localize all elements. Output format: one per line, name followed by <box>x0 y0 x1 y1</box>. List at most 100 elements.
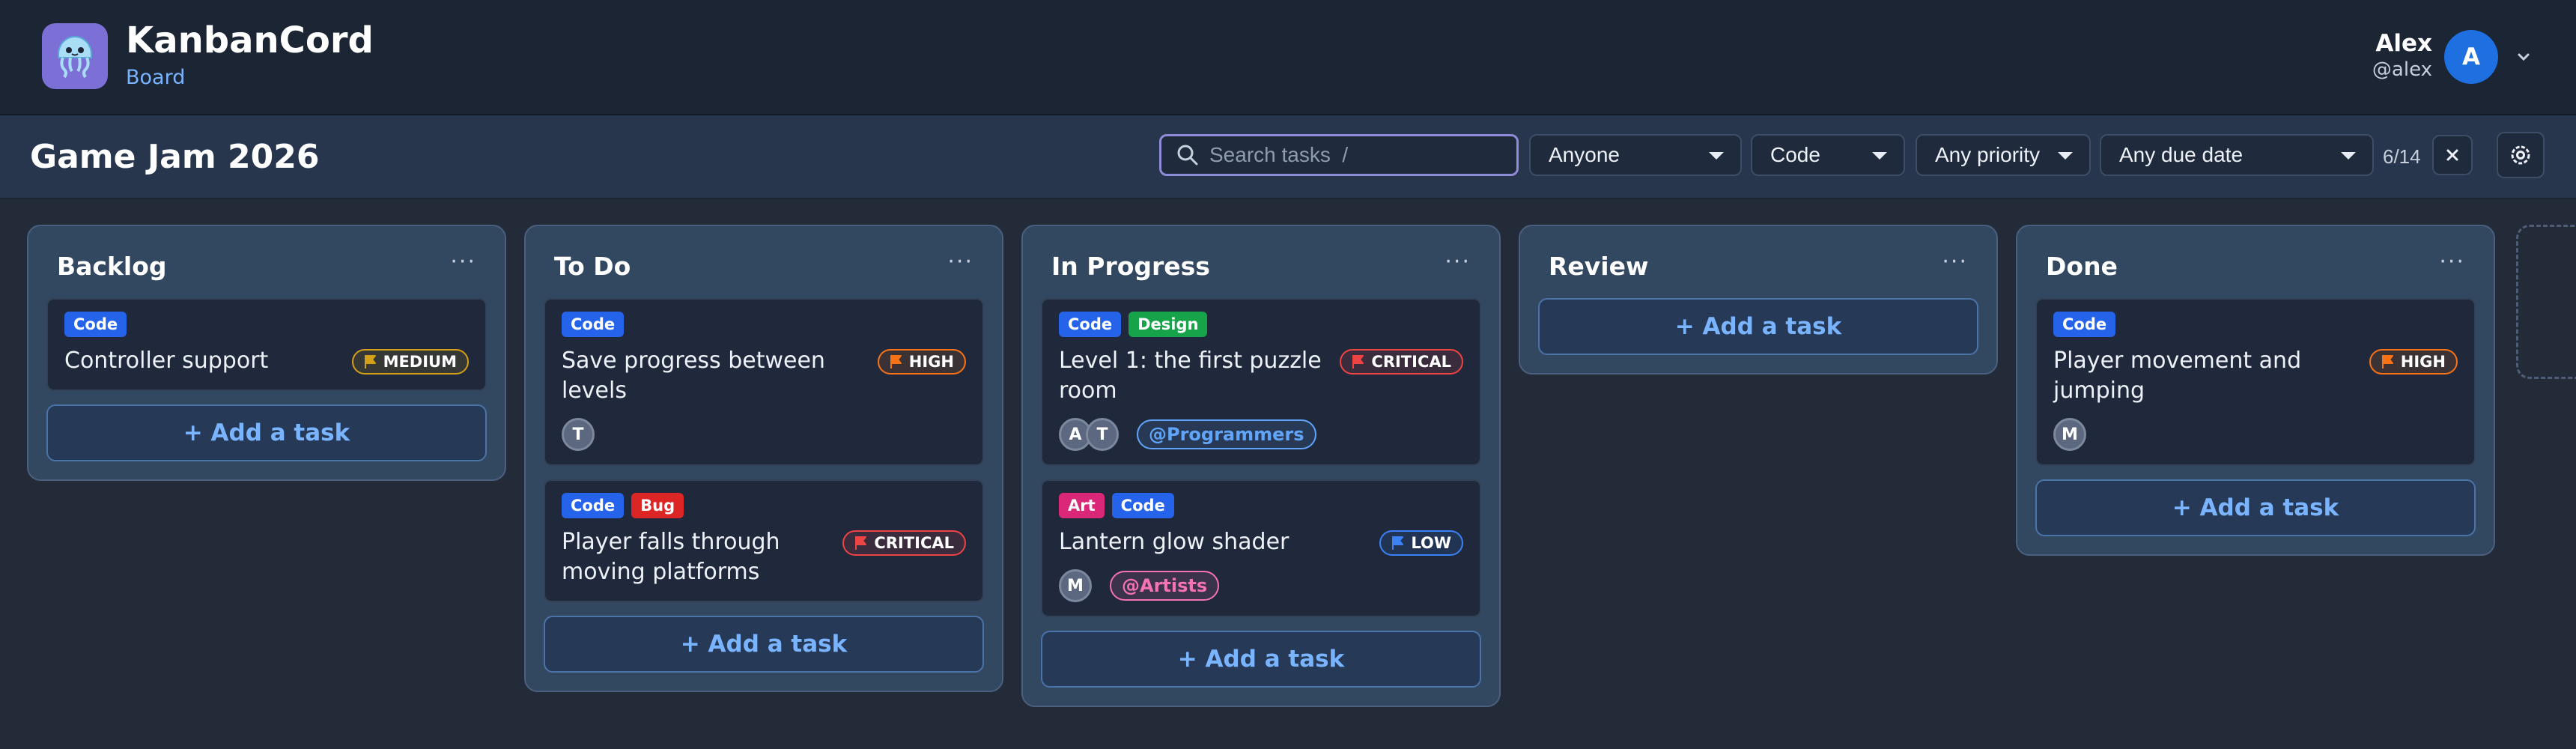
add-task-button[interactable]: + Add a task <box>1538 298 1978 355</box>
priority-badge[interactable]: HIGH <box>2369 349 2458 374</box>
app-bar: KanbanCord Board Alex @alex A <box>0 0 2576 115</box>
column-title: Backlog <box>57 252 167 281</box>
tag-art[interactable]: Art <box>1059 493 1105 518</box>
column-header: Backlog ··· <box>46 226 487 298</box>
due-date-filter-select[interactable]: Any due date <box>2100 134 2374 176</box>
column-header: In Progress ··· <box>1041 226 1481 298</box>
priority-filter-value: Any priority <box>1935 143 2041 166</box>
clear-filters-button[interactable] <box>2432 135 2473 175</box>
priority-label: HIGH <box>908 353 954 371</box>
assignee-avatar[interactable]: T <box>562 418 595 451</box>
priority-label: MEDIUM <box>383 353 457 371</box>
task-card[interactable]: Code Bug Player falls through moving platf… <box>544 479 984 602</box>
add-task-button[interactable]: + Add a task <box>1041 631 1481 688</box>
assignee-avatar[interactable]: M <box>2053 418 2086 451</box>
card-title: Player movement and jumping <box>2053 348 2302 404</box>
gear-icon <box>2511 145 2530 165</box>
close-icon <box>2446 149 2458 161</box>
column-menu-button[interactable]: ··· <box>1942 249 1968 275</box>
dropdown-caret-icon <box>1872 152 1887 160</box>
user-name: Alex <box>2375 30 2432 57</box>
tag-design[interactable]: Design <box>1128 312 1208 337</box>
assignee-avatar[interactable]: T <box>1086 418 1119 451</box>
app-subtitle: Board <box>126 66 186 89</box>
tag-code[interactable]: Code <box>562 312 625 337</box>
priority-badge[interactable]: CRITICAL <box>842 530 966 556</box>
assignee-filter-select[interactable]: Anyone <box>1529 134 1742 176</box>
card-title: Level 1: the first puzzle room <box>1059 348 1322 404</box>
filter-result-count: 6/14 <box>2383 145 2421 168</box>
app-title: KanbanCord <box>126 19 374 61</box>
column-menu-button[interactable]: ··· <box>450 249 476 275</box>
task-card[interactable]: Code Design Level 1: the first puzzle room… <box>1041 298 1481 466</box>
column-title: To Do <box>554 252 631 281</box>
task-card[interactable]: Code Controller support MEDIUM <box>46 298 487 391</box>
column-header: Done ··· <box>2035 226 2476 298</box>
column-menu-button[interactable]: ··· <box>947 249 973 275</box>
flag-icon <box>364 355 376 369</box>
card-tags: Code Bug <box>562 493 966 518</box>
task-card[interactable]: Art Code Lantern glow shader LOW M @Artists <box>1041 479 1481 617</box>
tag-code[interactable]: Code <box>64 312 127 337</box>
add-task-button[interactable]: + Add a task <box>2035 479 2476 536</box>
column-title: In Progress <box>1051 252 1210 281</box>
tag-code[interactable]: Code <box>2053 312 2116 337</box>
tag-bug[interactable]: Bug <box>631 493 684 518</box>
column-backlog: Backlog ··· Code Controller support MEDIUM + … <box>27 225 506 481</box>
tag-code[interactable]: Code <box>1059 312 1122 337</box>
label-filter-select[interactable]: Code <box>1751 134 1905 176</box>
card-assignees: M <box>2053 418 2458 451</box>
chevron-down-icon[interactable] <box>2513 46 2534 67</box>
priority-badge[interactable]: HIGH <box>877 349 966 374</box>
jellyfish-logo-icon[interactable] <box>42 23 108 89</box>
column-menu-button[interactable]: ··· <box>2439 249 2465 275</box>
priority-label: CRITICAL <box>874 534 954 552</box>
tag-code[interactable]: Code <box>1111 493 1174 518</box>
board-settings-button[interactable] <box>2497 132 2545 178</box>
priority-filter-select[interactable]: Any priority <box>1916 134 2091 176</box>
column-done: Done ··· Code Player movement and jumping HI… <box>2016 225 2495 556</box>
search-input[interactable] <box>1208 142 1510 168</box>
add-task-button[interactable]: + Add a task <box>46 404 487 461</box>
flag-icon <box>855 536 867 550</box>
card-main-row: Lantern glow shader LOW <box>1059 527 1463 557</box>
assignee-filter-value: Anyone <box>1549 143 1620 166</box>
flag-icon <box>2381 355 2393 369</box>
priority-badge[interactable]: LOW <box>1379 530 1463 556</box>
card-title: Save progress between levels <box>562 348 825 404</box>
flag-icon <box>1392 536 1404 550</box>
column-to-do: To Do ··· Code Save progress between levels… <box>524 225 1003 692</box>
assignee-avatar[interactable]: M <box>1059 569 1092 602</box>
add-column-placeholder[interactable] <box>2516 225 2576 379</box>
tag-code[interactable]: Code <box>562 493 625 518</box>
search-icon <box>1177 145 1198 166</box>
priority-badge[interactable]: MEDIUM <box>351 349 469 374</box>
priority-badge[interactable]: CRITICAL <box>1340 349 1463 374</box>
card-assignees: T <box>562 418 966 451</box>
due-date-filter-value: Any due date <box>2119 143 2244 166</box>
card-main-row: Player falls through moving platforms CRI… <box>562 527 966 587</box>
card-title: Controller support <box>64 348 269 374</box>
column-menu-button[interactable]: ··· <box>1445 249 1471 275</box>
task-card[interactable]: Code Save progress between levels HIGH T <box>544 298 984 466</box>
add-task-button[interactable]: + Add a task <box>544 616 984 673</box>
column-title: Review <box>1549 252 1649 281</box>
column-review: Review ··· + Add a task <box>1519 225 1998 374</box>
board-toolbar: Game Jam 2026 Anyone Code Any priority A… <box>0 115 2576 199</box>
card-tags: Art Code <box>1059 493 1463 518</box>
card-main-row: Player movement and jumping HIGH <box>2053 346 2458 406</box>
card-tags: Code <box>64 312 469 337</box>
group-mention-chip[interactable]: @Artists <box>1110 571 1220 601</box>
dropdown-caret-icon <box>2058 152 2073 160</box>
dropdown-caret-icon <box>2341 152 2356 160</box>
card-title: Lantern glow shader <box>1059 529 1289 555</box>
user-handle: @alex <box>2372 58 2432 81</box>
user-avatar[interactable]: A <box>2444 30 2498 84</box>
column-in-progress: In Progress ··· Code Design Level 1: the fir… <box>1021 225 1501 707</box>
task-card[interactable]: Code Player movement and jumping HIGH M <box>2035 298 2476 466</box>
group-mention-chip[interactable]: @Programmers <box>1137 419 1316 449</box>
dropdown-caret-icon <box>1709 152 1724 160</box>
card-tags: Code <box>2053 312 2458 337</box>
search-box[interactable] <box>1159 134 1519 176</box>
card-tags: Code Design <box>1059 312 1463 337</box>
